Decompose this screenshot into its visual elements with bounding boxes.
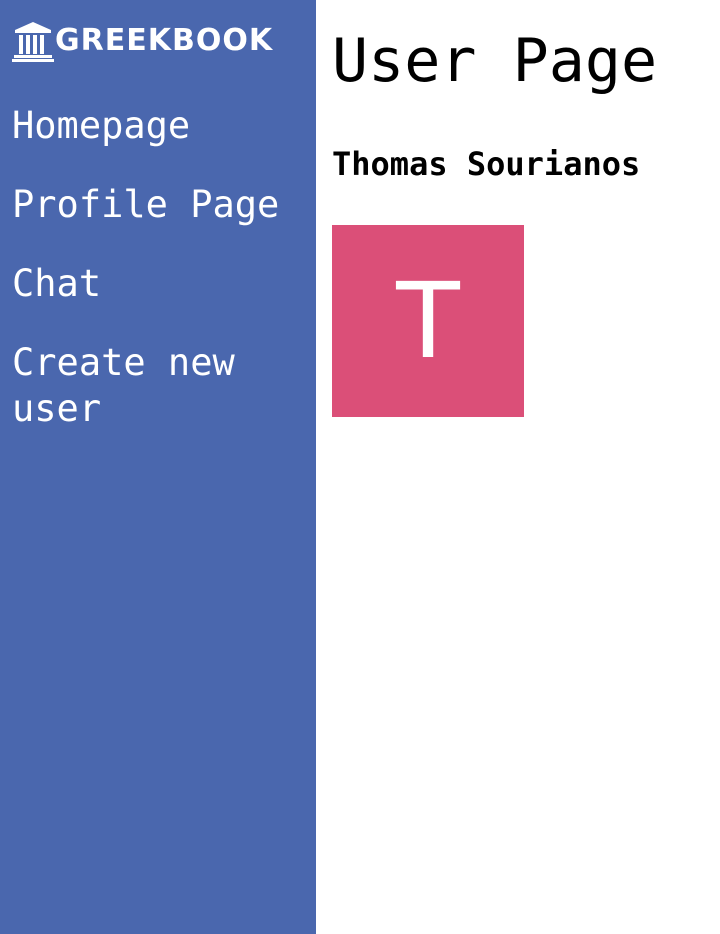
main-content: User Page Thomas Sourianos T — [332, 0, 712, 934]
avatar: T — [332, 225, 524, 417]
sidebar-nav-item: Homepage — [12, 103, 308, 149]
sidebar: GREEKBOOK Homepage Profile Page Chat Cre… — [0, 0, 316, 934]
user-name: Thomas Sourianos — [332, 145, 641, 183]
sidebar-nav-item: Chat — [12, 261, 308, 307]
sidebar-nav-item: Create new user — [12, 340, 308, 432]
app: GREEKBOOK Homepage Profile Page Chat Cre… — [0, 0, 720, 934]
sidebar-item-chat[interactable]: Chat — [12, 261, 308, 307]
sidebar-item-homepage[interactable]: Homepage — [12, 103, 308, 149]
page-title: User Page — [332, 26, 658, 96]
brand-logo[interactable]: GREEKBOOK — [12, 19, 273, 63]
avatar-initial: T — [396, 260, 460, 382]
sidebar-item-profile-page[interactable]: Profile Page — [12, 182, 308, 228]
sidebar-nav-item: Profile Page — [12, 182, 308, 228]
sidebar-nav: Homepage Profile Page Chat Create new us… — [12, 103, 308, 465]
temple-icon — [12, 20, 54, 62]
sidebar-item-create-new-user[interactable]: Create new user — [12, 340, 308, 432]
brand-name: GREEKBOOK — [55, 23, 274, 58]
